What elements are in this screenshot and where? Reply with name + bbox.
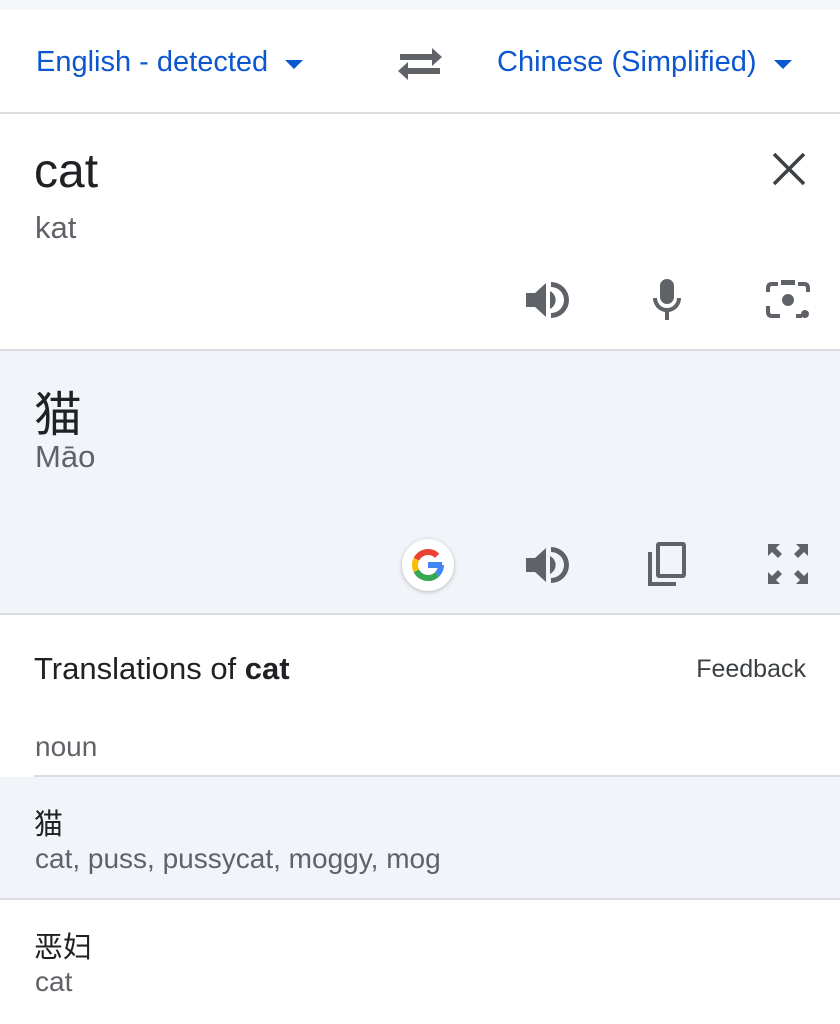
swap-languages-button[interactable] [392,40,448,84]
translations-title-word: cat [244,651,290,686]
top-strip [0,0,840,10]
translations-title-prefix: Translations of [34,651,245,686]
microphone-icon [652,279,682,320]
google-logo-icon [412,548,445,581]
feedback-link[interactable]: Feedback [696,655,806,684]
camera-icon [766,280,810,318]
clear-text-button[interactable] [766,146,812,192]
source-language-selector[interactable]: English - detected [36,42,304,82]
source-language-label: English - detected [36,45,269,78]
translations-title: Translations of cat [34,651,290,687]
translation-panel: 猫 Māo [0,351,840,613]
translated-text: 猫 [34,389,83,442]
listen-translation-button[interactable] [522,541,570,589]
close-icon [772,152,806,186]
translation-synonyms: cat, puss, pussycat, moggy, mog [35,843,441,874]
source-panel[interactable]: cat kat [0,114,840,348]
target-language-selector[interactable]: Chinese (Simplified) [497,42,792,82]
translation-entry[interactable]: 猫 cat, puss, pussycat, moggy, mog [0,777,840,898]
part-of-speech-label: noun [35,731,98,762]
google-search-button[interactable] [402,539,454,591]
camera-translate-button[interactable] [764,276,812,324]
copy-icon [648,542,686,586]
speaker-icon [526,282,569,318]
swap-arrows-icon [398,48,442,80]
fullscreen-icon [768,544,808,584]
target-language-label: Chinese (Simplified) [497,45,757,78]
caret-down-icon [285,59,304,69]
copy-translation-button[interactable] [643,540,691,588]
source-transliteration: kat [35,210,77,245]
translation-word: 恶妇 [34,932,93,964]
translations-section: Translations of cat Feedback noun 猫 cat,… [0,615,840,1024]
source-text[interactable]: cat [34,144,98,199]
caret-down-icon [773,59,792,69]
translation-synonyms: cat [35,966,73,997]
translated-transliteration: Māo [35,439,96,474]
fullscreen-button[interactable] [764,540,812,588]
translation-word: 猫 [34,809,64,841]
language-bar: English - detected Chinese (Simplified) [0,10,840,112]
speaker-icon [526,547,569,583]
translation-entry[interactable]: 恶妇 cat [0,900,840,1024]
listen-source-button[interactable] [522,276,570,324]
voice-input-button[interactable] [643,276,691,324]
